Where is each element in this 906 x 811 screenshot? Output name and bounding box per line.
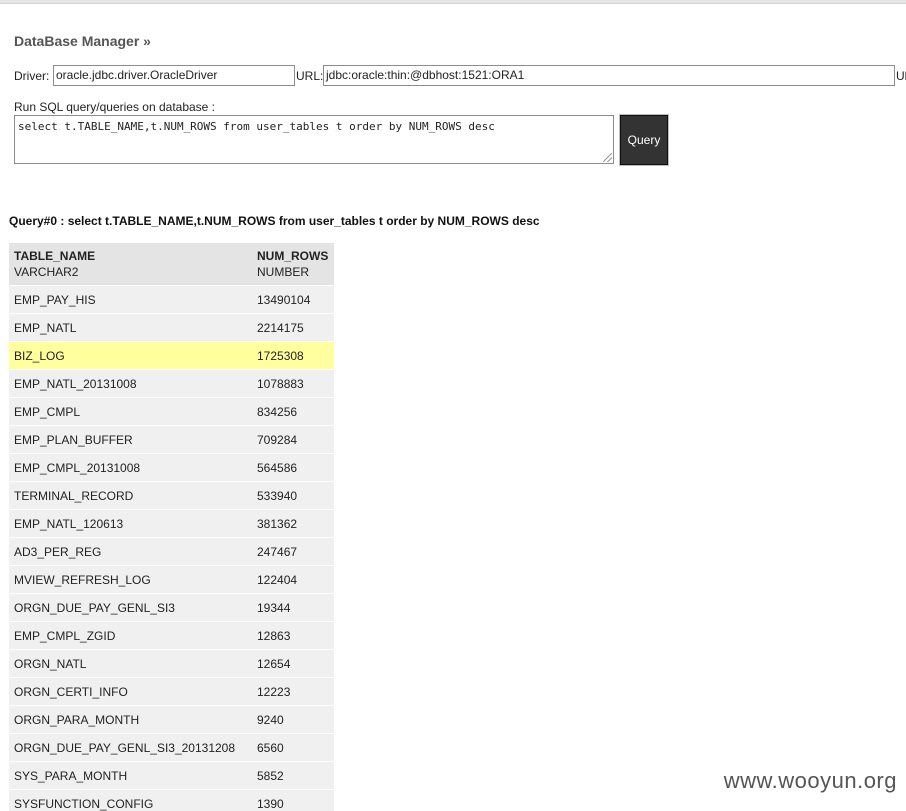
table-name-cell: ORGN_CERTI_INFO (9, 677, 252, 706)
table-row: EMP_PLAN_BUFFER 709284 (9, 425, 334, 454)
table-name-cell: EMP_PAY_HIS (9, 285, 252, 314)
column-name: TABLE_NAME (14, 249, 96, 263)
table-row: EMP_CMPL 834256 (9, 397, 334, 426)
num-rows-cell: 2214175 (252, 313, 334, 342)
table-name-cell: MVIEW_REFRESH_LOG (9, 565, 252, 594)
num-rows-cell: 834256 (252, 397, 334, 426)
table-row: EMP_NATL_20131008 1078883 (9, 369, 334, 398)
table-name-cell: SYSFUNCTION_CONFIG (9, 789, 252, 811)
num-rows-cell: 1078883 (252, 369, 334, 398)
table-name-cell: EMP_CMPL_ZGID (9, 621, 252, 650)
table-name-cell: BIZ_LOG (9, 341, 252, 370)
page-title: DataBase Manager » (14, 33, 151, 49)
table-name-cell: EMP_NATL_120613 (9, 509, 252, 538)
table-row: ORGN_NATL 12654 (9, 649, 334, 678)
driver-label: Driver: (14, 69, 50, 83)
table-name-cell: AD3_PER_REG (9, 537, 252, 566)
num-rows-cell: 381362 (252, 509, 334, 538)
num-rows-cell: 9240 (252, 705, 334, 734)
table-name-cell: EMP_CMPL (9, 397, 252, 426)
column-type: NUMBER (257, 265, 310, 279)
table-name-cell: EMP_CMPL_20131008 (9, 453, 252, 482)
column-header-num-rows: NUM_ROWS NUMBER (252, 243, 334, 286)
num-rows-cell: 709284 (252, 425, 334, 454)
resize-grip-icon[interactable] (603, 153, 612, 162)
table-row: EMP_NATL 2214175 (9, 313, 334, 342)
table-name-cell: SYS_PARA_MONTH (9, 761, 252, 790)
table-name-cell: EMP_PLAN_BUFFER (9, 425, 252, 454)
table-name-cell: ORGN_DUE_PAY_GENL_SI3 (9, 593, 252, 622)
top-bar (0, 0, 906, 4)
num-rows-cell: 564586 (252, 453, 334, 482)
num-rows-cell: 12223 (252, 677, 334, 706)
table-row-highlighted: BIZ_LOG 1725308 (9, 341, 334, 370)
num-rows-cell: 12654 (252, 649, 334, 678)
column-type: VARCHAR2 (14, 265, 79, 279)
watermark: www.wooyun.org (723, 768, 897, 793)
url-label: URL: (296, 69, 324, 83)
num-rows-cell: 533940 (252, 481, 334, 510)
table-name-cell: ORGN_DUE_PAY_GENL_SI3_20131208 (9, 733, 252, 762)
table-row: ORGN_PARA_MONTH 9240 (9, 705, 334, 734)
table-row: EMP_PAY_HIS 13490104 (9, 285, 334, 314)
url-input[interactable]: jdbc:oracle:thin:@dbhost:1521:ORA1 (323, 65, 895, 86)
sql-label: Run SQL query/queries on database : (14, 100, 216, 114)
num-rows-cell: 1725308 (252, 341, 334, 370)
column-name: NUM_ROWS (257, 249, 329, 263)
num-rows-cell: 5852 (252, 761, 334, 790)
table-row: SYSFUNCTION_CONFIG 1390 (9, 789, 334, 811)
table-name-cell: ORGN_PARA_MONTH (9, 705, 252, 734)
num-rows-cell: 6560 (252, 733, 334, 762)
table-row: ORGN_DUE_PAY_GENL_SI3_20131208 6560 (9, 733, 334, 762)
sql-textarea[interactable]: select t.TABLE_NAME,t.NUM_ROWS from user… (14, 115, 614, 164)
query-heading: Query#0 : select t.TABLE_NAME,t.NUM_ROWS… (9, 214, 540, 228)
num-rows-cell: 247467 (252, 537, 334, 566)
table-row: ORGN_CERTI_INFO 12223 (9, 677, 334, 706)
results-table: TABLE_NAME VARCHAR2 NUM_ROWS NUMBER EMP_… (9, 243, 334, 811)
table-row: AD3_PER_REG 247467 (9, 537, 334, 566)
num-rows-cell: 1390 (252, 789, 334, 811)
table-row: MVIEW_REFRESH_LOG 122404 (9, 565, 334, 594)
header-row: TABLE_NAME VARCHAR2 NUM_ROWS NUMBER (9, 243, 334, 286)
query-button[interactable]: Query (619, 114, 669, 166)
table-row: EMP_CMPL_20131008 564586 (9, 453, 334, 482)
column-header-table-name: TABLE_NAME VARCHAR2 (9, 243, 252, 286)
table-row: TERMINAL_RECORD 533940 (9, 481, 334, 510)
num-rows-cell: 19344 (252, 593, 334, 622)
clipped-label: Ul (896, 69, 906, 83)
page: DataBase Manager » Driver: oracle.jdbc.d… (0, 0, 906, 811)
table-row: EMP_CMPL_ZGID 12863 (9, 621, 334, 650)
table-row: SYS_PARA_MONTH 5852 (9, 761, 334, 790)
table-name-cell: TERMINAL_RECORD (9, 481, 252, 510)
table-name-cell: EMP_NATL (9, 313, 252, 342)
table-name-cell: EMP_NATL_20131008 (9, 369, 252, 398)
table-row: ORGN_DUE_PAY_GENL_SI3 19344 (9, 593, 334, 622)
driver-input[interactable]: oracle.jdbc.driver.OracleDriver (53, 65, 295, 86)
table-name-cell: ORGN_NATL (9, 649, 252, 678)
num-rows-cell: 12863 (252, 621, 334, 650)
num-rows-cell: 122404 (252, 565, 334, 594)
num-rows-cell: 13490104 (252, 285, 334, 314)
table-row: EMP_NATL_120613 381362 (9, 509, 334, 538)
